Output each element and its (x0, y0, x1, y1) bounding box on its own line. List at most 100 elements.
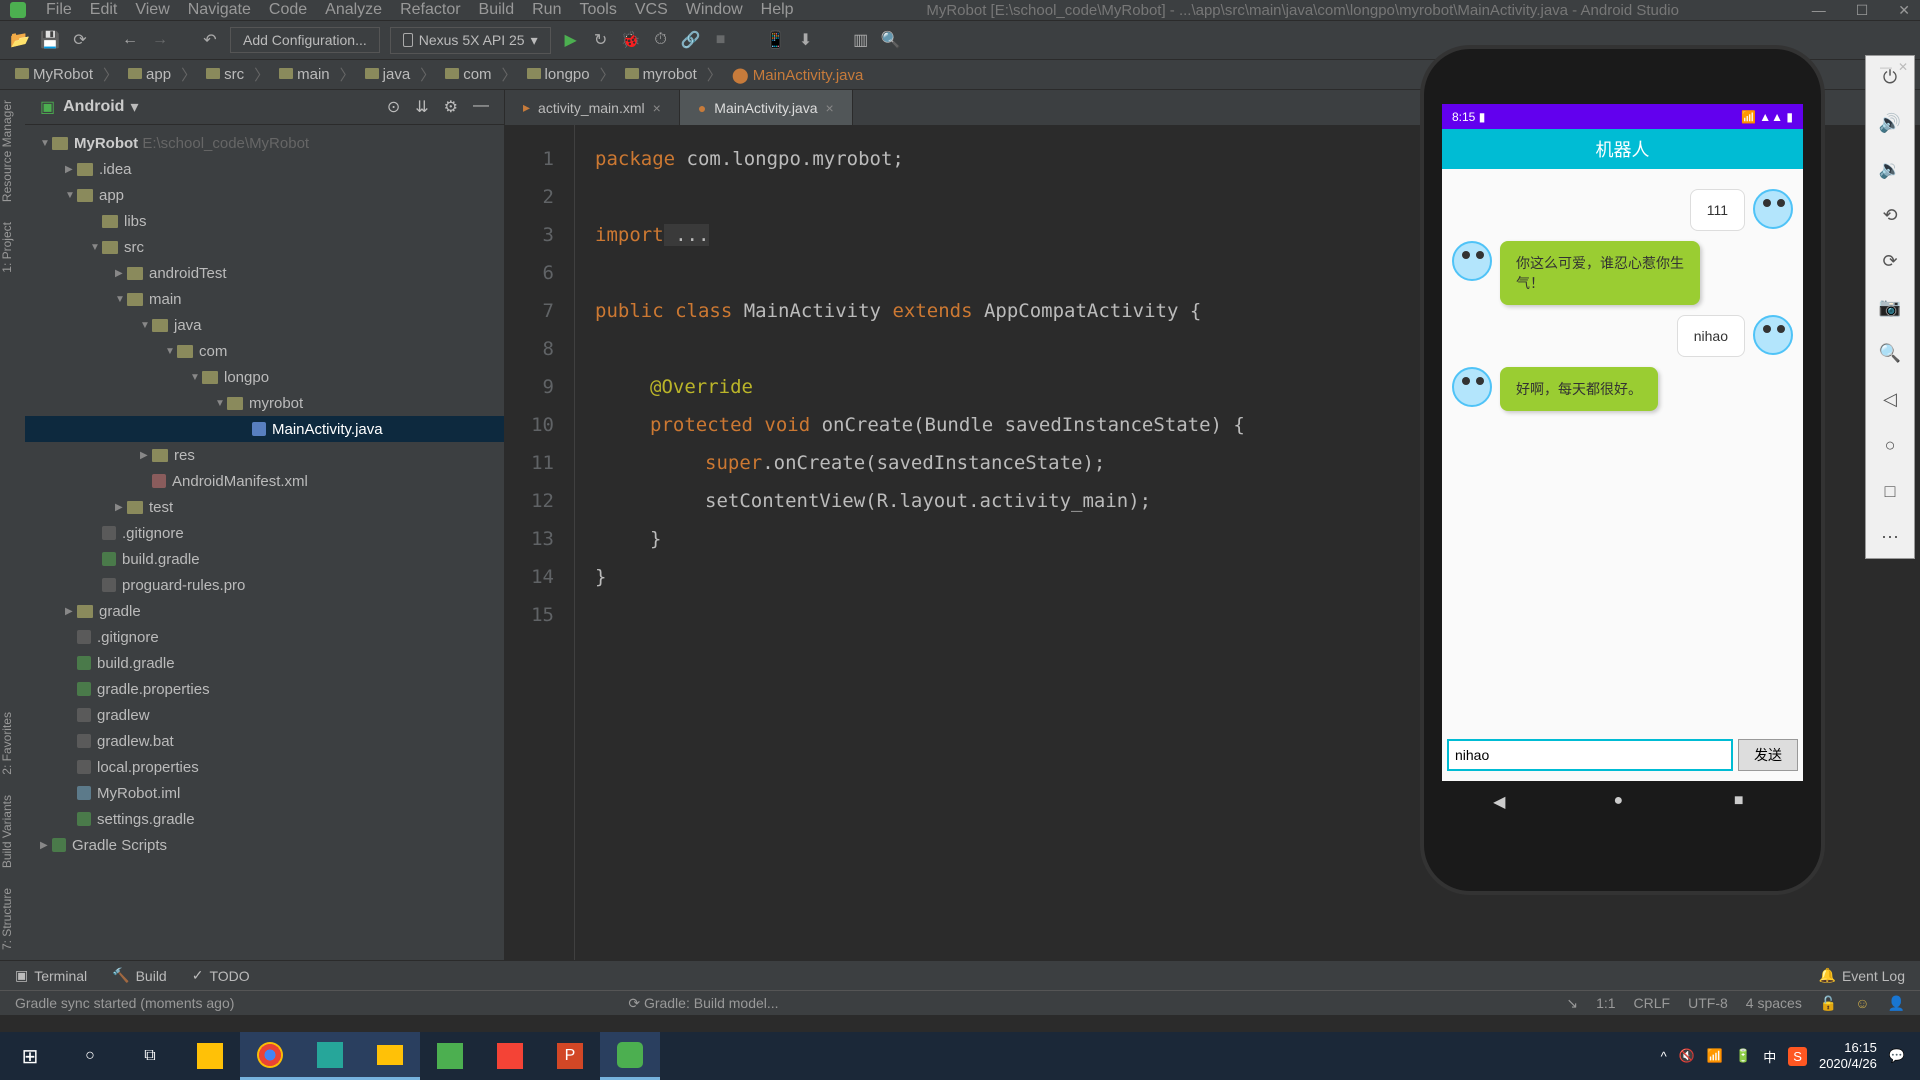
tree-item[interactable]: ▼src (25, 234, 504, 260)
tree-item[interactable]: gradlew.bat (25, 728, 504, 754)
tree-item[interactable]: local.properties (25, 754, 504, 780)
tree-item[interactable]: build.gradle (25, 650, 504, 676)
breadcrumb-item[interactable]: MyRobot (15, 66, 93, 83)
terminal-tab[interactable]: ▣ Terminal (15, 967, 87, 984)
close-icon[interactable]: × (826, 100, 834, 116)
debug-icon[interactable]: 🐞 (621, 30, 641, 50)
rotate-left-icon[interactable]: ⟲ (1877, 202, 1903, 228)
menu-navigate[interactable]: Navigate (188, 1, 251, 19)
maximize-button[interactable]: ☐ (1856, 2, 1869, 19)
zoom-icon[interactable]: 🔍 (1877, 340, 1903, 366)
taskbar-explorer[interactable] (360, 1032, 420, 1080)
tree-root[interactable]: ▼MyRobot E:\school_code\MyRobot (25, 130, 504, 156)
menu-build[interactable]: Build (479, 1, 515, 19)
tree-item[interactable]: ▶gradle (25, 598, 504, 624)
rail-favorites[interactable]: 2: Favorites (0, 712, 25, 775)
menu-edit[interactable]: Edit (90, 1, 118, 19)
line-separator[interactable]: CRLF (1634, 995, 1671, 1011)
target-icon[interactable]: ⊙ (387, 97, 400, 117)
taskbar-app[interactable] (180, 1032, 240, 1080)
menu-analyze[interactable]: Analyze (325, 1, 382, 19)
volume-down-icon[interactable]: 🔉 (1877, 156, 1903, 182)
back-icon[interactable]: ◁ (1877, 386, 1903, 412)
home-icon[interactable]: ○ (1877, 432, 1903, 458)
back-icon[interactable]: ← (120, 30, 140, 50)
collapse-icon[interactable]: ⇊ (415, 97, 428, 117)
tray-notifications-icon[interactable]: 💬 (1889, 1048, 1905, 1064)
todo-tab[interactable]: ✓ TODO (192, 967, 250, 984)
breadcrumb-item[interactable]: com (445, 66, 491, 83)
view-mode[interactable]: Android (63, 98, 124, 116)
tree-item[interactable]: ▼app (25, 182, 504, 208)
hide-icon[interactable]: — (473, 97, 489, 117)
breadcrumb-item[interactable]: src (206, 66, 244, 83)
rail-structure[interactable]: 7: Structure (0, 888, 25, 950)
open-icon[interactable]: 📂 (10, 30, 30, 50)
tray-chevron-icon[interactable]: ^ (1661, 1049, 1667, 1064)
stop-icon[interactable]: ■ (711, 30, 731, 50)
layout-icon[interactable]: ▥ (851, 30, 871, 50)
undo-icon[interactable]: ↶ (200, 30, 220, 50)
rerun-icon[interactable]: ↻ (591, 30, 611, 50)
search-icon[interactable]: 🔍 (881, 30, 901, 50)
tab-mainactivity[interactable]: ●MainActivity.java× (680, 90, 853, 125)
lock-icon[interactable]: 🔓 (1820, 995, 1837, 1012)
sync-icon[interactable]: ⟳ (70, 30, 90, 50)
tree-item[interactable]: ▼java (25, 312, 504, 338)
profile-icon[interactable]: ⏱ (651, 30, 671, 50)
rail-build-variants[interactable]: Build Variants (0, 795, 25, 868)
breadcrumb-item[interactable]: java (365, 66, 411, 83)
volume-up-icon[interactable]: 🔊 (1877, 110, 1903, 136)
menu-view[interactable]: View (135, 1, 169, 19)
phone-screen[interactable]: 8:15 ▮ 📶 ▲▲ ▮ 机器人 111 你这么可爱，谁忍心惹你生气！ nih… (1442, 104, 1803, 821)
breadcrumb-item[interactable]: longpo (527, 66, 590, 83)
tree-item[interactable]: libs (25, 208, 504, 234)
tab-activity-main[interactable]: ▸activity_main.xml× (505, 90, 680, 125)
rail-project[interactable]: 1: Project (0, 222, 25, 273)
chat-area[interactable]: 111 你这么可爱，谁忍心惹你生气！ nihao 好啊，每天都很好。 (1442, 169, 1803, 709)
breadcrumb-item[interactable]: main (279, 66, 330, 83)
build-tab[interactable]: 🔨 Build (112, 967, 167, 984)
taskview-button[interactable]: ⧉ (120, 1032, 180, 1080)
smiley-icon[interactable]: ☺ (1855, 995, 1869, 1011)
tray-ime[interactable]: 中 (1763, 1047, 1776, 1066)
send-button[interactable]: 发送 (1738, 739, 1798, 771)
tree-item[interactable]: proguard-rules.pro (25, 572, 504, 598)
recent-nav-icon[interactable]: ■ (1734, 792, 1752, 810)
profiler-icon[interactable]: 👤 (1888, 995, 1905, 1012)
overview-icon[interactable]: □ (1877, 478, 1903, 504)
tree-item[interactable]: ▶test (25, 494, 504, 520)
close-icon[interactable]: ✕ (1898, 60, 1908, 74)
close-button[interactable]: ✕ (1898, 2, 1910, 19)
event-log-tab[interactable]: 🔔 Event Log (1819, 967, 1906, 984)
start-button[interactable]: ⊞ (0, 1032, 60, 1080)
tree-item[interactable]: .gitignore (25, 520, 504, 546)
breadcrumb-item[interactable]: ⬤ MainActivity.java (732, 66, 864, 84)
minimize-button[interactable]: — (1812, 2, 1826, 19)
cortana-button[interactable]: ○ (60, 1032, 120, 1080)
menu-help[interactable]: Help (761, 1, 794, 19)
forward-icon[interactable]: → (150, 30, 170, 50)
camera-icon[interactable]: 📷 (1877, 294, 1903, 320)
menu-tools[interactable]: Tools (579, 1, 616, 19)
tray-clock[interactable]: 16:15 2020/4/26 (1819, 1040, 1877, 1071)
tree-item[interactable]: gradle.properties (25, 676, 504, 702)
menu-file[interactable]: File (46, 1, 72, 19)
home-nav-icon[interactable]: ● (1613, 792, 1631, 810)
sdk-icon[interactable]: ⬇ (796, 30, 816, 50)
tree-item[interactable]: ▼main (25, 286, 504, 312)
indent[interactable]: 4 spaces (1746, 995, 1802, 1011)
rotate-right-icon[interactable]: ⟳ (1877, 248, 1903, 274)
device-select[interactable]: Nexus 5X API 25 ▾ (390, 27, 551, 54)
tree-item[interactable]: .gitignore (25, 624, 504, 650)
message-input[interactable] (1447, 739, 1733, 771)
run-icon[interactable]: ▶ (561, 30, 581, 50)
tree-item[interactable]: ▶androidTest (25, 260, 504, 286)
taskbar-app[interactable] (300, 1032, 360, 1080)
more-icon[interactable]: ⋯ (1877, 524, 1903, 550)
rail-resource-manager[interactable]: Resource Manager (0, 100, 25, 202)
encoding[interactable]: UTF-8 (1688, 995, 1728, 1011)
tree-item[interactable]: ▶res (25, 442, 504, 468)
minimize-icon[interactable]: — (1880, 60, 1892, 74)
menu-refactor[interactable]: Refactor (400, 1, 460, 19)
